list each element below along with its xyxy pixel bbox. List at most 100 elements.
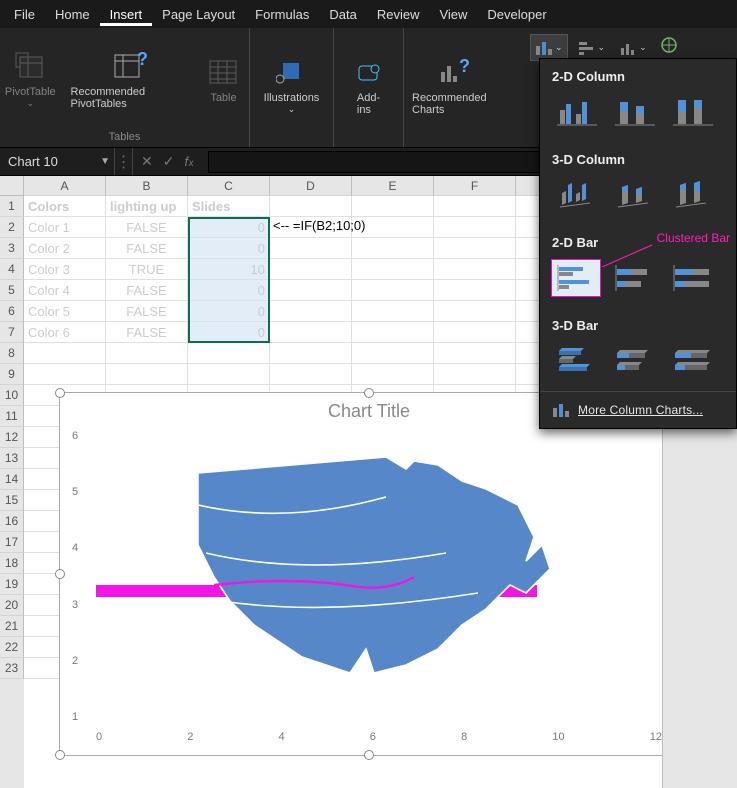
menu-formulas[interactable]: Formulas (245, 3, 319, 26)
cell-E7[interactable] (352, 322, 434, 343)
row-6[interactable]: 6 (0, 301, 24, 322)
col-D[interactable]: D (270, 176, 352, 196)
cell-B2[interactable]: FALSE (106, 217, 188, 238)
row-12[interactable]: 12 (0, 427, 24, 448)
col-C[interactable]: C (188, 176, 270, 196)
menu-developer[interactable]: Developer (477, 3, 556, 26)
cell-D9[interactable] (270, 364, 352, 385)
3d-stacked-bar-thumb[interactable] (610, 343, 658, 379)
resize-handle-w[interactable] (55, 569, 65, 579)
row-16[interactable]: 16 (0, 511, 24, 532)
row-10[interactable]: 10 (0, 385, 24, 406)
cell-A1[interactable]: Colors (24, 196, 106, 217)
menu-review[interactable]: Review (367, 3, 430, 26)
cell-A4[interactable]: Color 3 (24, 259, 106, 280)
cell-E9[interactable] (352, 364, 434, 385)
formula-expand-button[interactable]: ⋮ (115, 148, 133, 175)
cancel-formula-button[interactable]: ✕ (141, 153, 153, 170)
row-23[interactable]: 23 (0, 658, 24, 679)
cell-B1[interactable]: lighting up (106, 196, 188, 217)
clustered-bar-thumb[interactable] (552, 260, 600, 296)
row-8[interactable]: 8 (0, 343, 24, 364)
row-17[interactable]: 17 (0, 532, 24, 553)
menu-view[interactable]: View (429, 3, 477, 26)
menu-insert[interactable]: Insert (100, 3, 153, 26)
cell-D7[interactable] (270, 322, 352, 343)
3d-stacked-column-thumb[interactable] (610, 177, 658, 213)
cell-C5[interactable]: 0 (188, 280, 270, 301)
row-11[interactable]: 11 (0, 406, 24, 427)
fx-icon[interactable]: fx (184, 154, 194, 169)
cell-A9[interactable] (24, 364, 106, 385)
cell-E8[interactable] (352, 343, 434, 364)
cell-A6[interactable]: Color 5 (24, 301, 106, 322)
cell-B3[interactable]: FALSE (106, 238, 188, 259)
accept-formula-button[interactable]: ✓ (163, 153, 175, 170)
more-column-charts-button[interactable]: More Column Charts... (540, 391, 736, 428)
cell-C2[interactable]: 0 (188, 217, 270, 238)
cell-B8[interactable] (106, 343, 188, 364)
row-19[interactable]: 19 (0, 574, 24, 595)
cell-F4[interactable] (434, 259, 516, 280)
cell-C4[interactable]: 10 (188, 259, 270, 280)
cell-B9[interactable] (106, 364, 188, 385)
resize-handle-sw[interactable] (55, 750, 65, 760)
combo-chart-split-button[interactable]: ⌄ (615, 34, 651, 61)
3d-clustered-column-thumb[interactable] (552, 177, 600, 213)
row-14[interactable]: 14 (0, 469, 24, 490)
row-22[interactable]: 22 (0, 637, 24, 658)
col-E[interactable]: E (352, 176, 434, 196)
row-7[interactable]: 7 (0, 322, 24, 343)
menu-data[interactable]: Data (319, 3, 366, 26)
row-5[interactable]: 5 (0, 280, 24, 301)
cell-F9[interactable] (434, 364, 516, 385)
recommended-charts-button[interactable]: ? Recommended Charts (404, 50, 502, 120)
row-2[interactable]: 2 (0, 217, 24, 238)
cell-E5[interactable] (352, 280, 434, 301)
table-button[interactable]: Table (198, 50, 249, 108)
cell-B7[interactable]: FALSE (106, 322, 188, 343)
cell-D6[interactable] (270, 301, 352, 322)
cell-C7[interactable]: 0 (188, 322, 270, 343)
cell-F2[interactable] (434, 217, 516, 238)
row-4[interactable]: 4 (0, 259, 24, 280)
cell-F8[interactable] (434, 343, 516, 364)
cell-D3[interactable] (270, 238, 352, 259)
cell-B5[interactable]: FALSE (106, 280, 188, 301)
recommended-pivottables-button[interactable]: ? Recommended PivotTables (63, 44, 196, 114)
stacked-column-thumb[interactable] (610, 94, 658, 130)
row-20[interactable]: 20 (0, 595, 24, 616)
row-18[interactable]: 18 (0, 553, 24, 574)
row-1[interactable]: 1 (0, 196, 24, 217)
addins-button[interactable]: Add- ins (339, 50, 399, 120)
resize-handle-n[interactable] (364, 388, 374, 398)
col-F[interactable]: F (434, 176, 516, 196)
cell-D5[interactable] (270, 280, 352, 301)
cell-D1[interactable] (270, 196, 352, 217)
map-split-button[interactable] (657, 34, 681, 61)
cell-A5[interactable]: Color 4 (24, 280, 106, 301)
bar-chart-split-button[interactable]: ⌄ (574, 34, 610, 61)
cell-E6[interactable] (352, 301, 434, 322)
clustered-column-thumb[interactable] (552, 94, 600, 130)
cell-F6[interactable] (434, 301, 516, 322)
cell-C3[interactable]: 0 (188, 238, 270, 259)
select-all-corner[interactable] (0, 176, 24, 196)
row-21[interactable]: 21 (0, 616, 24, 637)
row-13[interactable]: 13 (0, 448, 24, 469)
pct-stacked-column-thumb[interactable] (668, 94, 716, 130)
row-9[interactable]: 9 (0, 364, 24, 385)
illustrations-button[interactable]: Illustrations⌄ (256, 50, 328, 119)
col-B[interactable]: B (106, 176, 188, 196)
cell-A8[interactable] (24, 343, 106, 364)
cell-A2[interactable]: Color 1 (24, 217, 106, 238)
cell-C6[interactable]: 0 (188, 301, 270, 322)
resize-handle-nw[interactable] (55, 388, 65, 398)
cell-B4[interactable]: TRUE (106, 259, 188, 280)
cell-C9[interactable] (188, 364, 270, 385)
cell-F3[interactable] (434, 238, 516, 259)
embedded-chart[interactable]: Chart Title 654321 (59, 392, 679, 756)
menu-home[interactable]: Home (45, 3, 100, 26)
cell-B6[interactable]: FALSE (106, 301, 188, 322)
cell-C1[interactable]: Slides (188, 196, 270, 217)
